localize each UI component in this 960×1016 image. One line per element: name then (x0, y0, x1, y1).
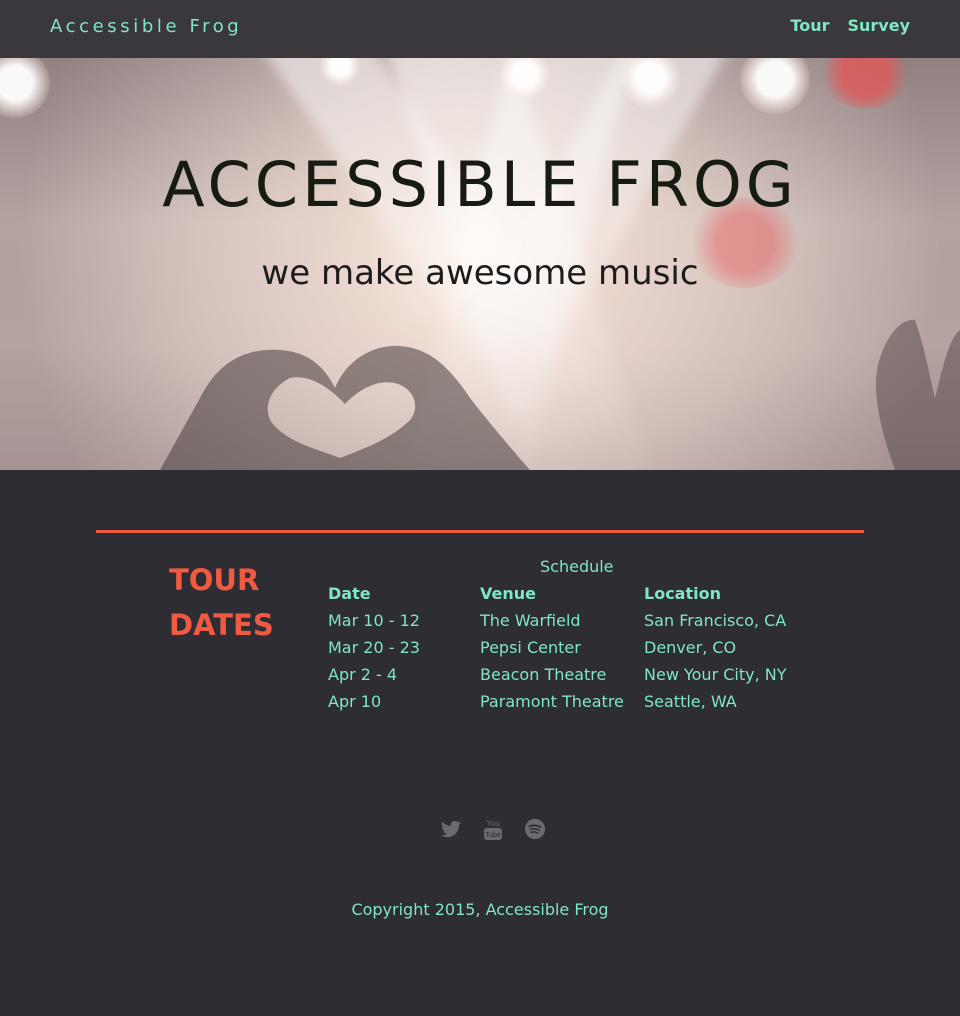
social-links: You Tube (440, 818, 546, 840)
table-row: Apr 10 Paramont Theatre Seattle, WA (326, 688, 804, 715)
column-header-location: Location (644, 584, 721, 603)
cell-location: New Your City, NY (644, 665, 787, 684)
cell-venue: Beacon Theatre (480, 665, 607, 684)
nav-links: Tour Survey (790, 16, 910, 35)
cell-date: Apr 2 - 4 (328, 665, 398, 684)
cell-date: Mar 10 - 12 (328, 611, 420, 630)
nav-link-survey[interactable]: Survey (847, 16, 910, 35)
brand-link[interactable]: Accessible Frog (50, 16, 242, 37)
section-divider (96, 530, 864, 533)
table-row: Mar 20 - 23 Pepsi Center Denver, CO (326, 634, 804, 661)
hero-title: ACCESSIBLE FROG (162, 148, 798, 221)
tour-heading-line1: TOUR (169, 563, 260, 597)
column-header-date: Date (328, 584, 371, 603)
nav-link-tour[interactable]: Tour (790, 16, 829, 35)
hero-subtitle: we make awesome music (261, 253, 699, 293)
cell-venue: Paramont Theatre (480, 692, 624, 711)
schedule-caption: Schedule (540, 557, 614, 576)
table-row: Apr 2 - 4 Beacon Theatre New Your City, … (326, 661, 804, 688)
tour-schedule-table: Date Venue Location Mar 10 - 12 The Warf… (326, 580, 804, 715)
twitter-icon[interactable] (440, 818, 462, 840)
copyright-text: Copyright 2015, Accessible Frog (351, 900, 609, 919)
table-header-row: Date Venue Location (326, 580, 804, 607)
tour-dates-heading: TOUR DATES (169, 558, 299, 648)
hero-banner: ACCESSIBLE FROG we make awesome music (0, 58, 960, 470)
cell-location: San Francisco, CA (644, 611, 787, 630)
top-navbar: Accessible Frog Tour Survey (0, 0, 960, 58)
tour-heading-line2: DATES (169, 608, 274, 642)
cell-venue: Pepsi Center (480, 638, 581, 657)
youtube-icon[interactable]: You Tube (482, 818, 504, 840)
cell-date: Mar 20 - 23 (328, 638, 420, 657)
cell-location: Seattle, WA (644, 692, 737, 711)
cell-location: Denver, CO (644, 638, 737, 657)
table-row: Mar 10 - 12 The Warfield San Francisco, … (326, 607, 804, 634)
youtube-logo-top-text: You (486, 819, 500, 828)
cell-date: Apr 10 (328, 692, 382, 711)
column-header-venue: Venue (480, 584, 536, 603)
youtube-logo-bottom-text: Tube (485, 832, 501, 839)
spotify-icon[interactable] (524, 818, 546, 840)
cell-venue: The Warfield (480, 611, 581, 630)
